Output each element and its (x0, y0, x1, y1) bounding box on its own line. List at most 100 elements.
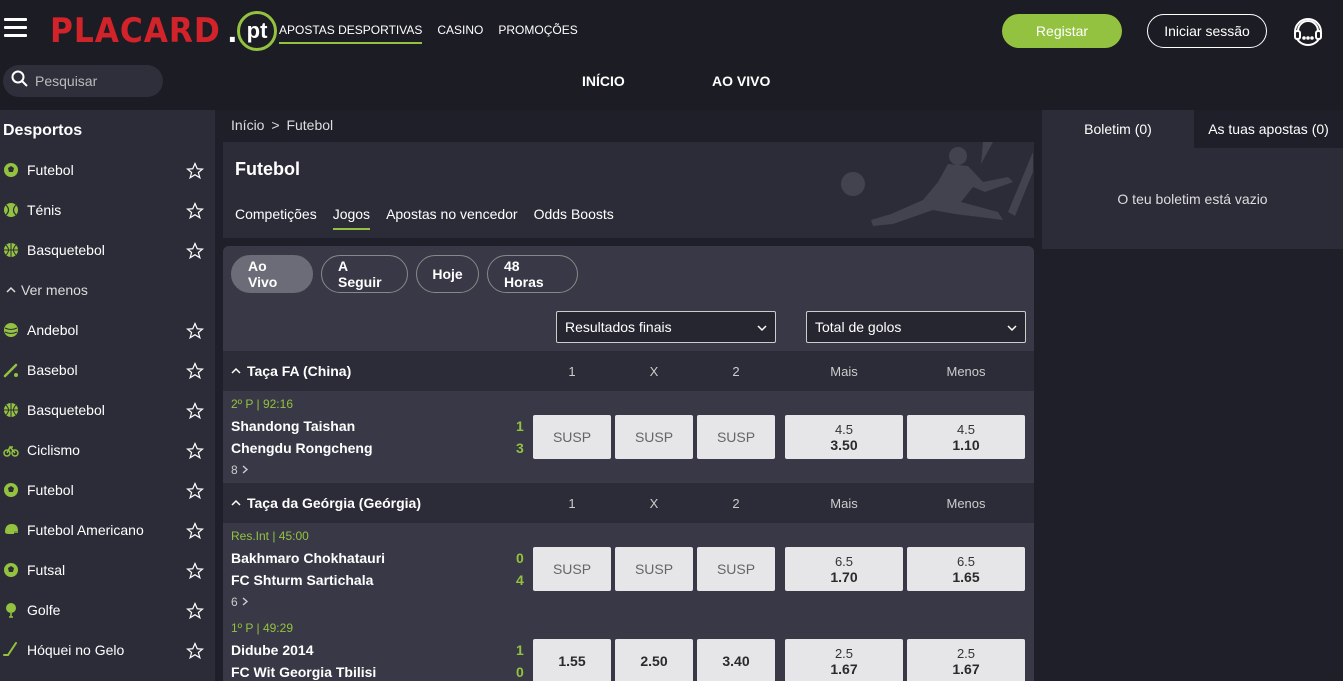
register-button[interactable]: Registar (1002, 14, 1122, 48)
odd-draw-button[interactable]: SUSP (615, 415, 693, 459)
sport-tabs: Competições Jogos Apostas no vencedor Od… (235, 206, 614, 230)
odd-away-button[interactable]: SUSP (697, 415, 775, 459)
nav-sports[interactable]: APOSTAS DESPORTIVAS (279, 23, 423, 44)
col-home: 1 (568, 364, 576, 379)
favorite-star-icon[interactable] (185, 561, 205, 580)
logo[interactable]: PLACARD . pt (50, 10, 278, 52)
support-headset-icon[interactable] (1290, 14, 1326, 50)
home-score: 1 (516, 418, 524, 434)
odd-home-button[interactable]: 1.55 (533, 639, 611, 681)
odd-draw-button[interactable]: 2.50 (615, 639, 693, 681)
more-markets-link[interactable]: 6 (231, 595, 249, 609)
odd-draw-button[interactable]: SUSP (615, 547, 693, 591)
chevron-down-icon (1007, 325, 1017, 332)
menu-icon[interactable] (4, 18, 28, 40)
odd-home-button[interactable]: SUSP (533, 415, 611, 459)
sidebar-item-andebol[interactable]: Andebol (0, 310, 215, 350)
match-status: 2º P | 92:16 (231, 397, 293, 411)
favorite-star-icon[interactable] (185, 601, 205, 620)
match-status: 1º P | 49:29 (231, 621, 293, 635)
sidebar-item-futsal[interactable]: Futsal (0, 550, 215, 590)
away-score: 3 (516, 440, 524, 456)
favorite-star-icon[interactable] (185, 361, 205, 380)
tab-games[interactable]: Jogos (332, 206, 371, 230)
favorite-star-icon[interactable] (185, 401, 205, 420)
sports-sidebar: Desportos Futebol Ténis Basquetebol Ver … (0, 110, 215, 681)
home-team[interactable]: Bakhmaro Chokhatauri (231, 550, 385, 566)
search-box[interactable] (3, 65, 163, 97)
sidebar-item-label: Ciclismo (27, 442, 80, 458)
market-select-result[interactable]: Resultados finais (556, 311, 776, 343)
favorite-star-icon[interactable] (185, 481, 205, 500)
favorite-star-icon[interactable] (185, 521, 205, 540)
under-odd: 1.67 (952, 660, 980, 677)
market-select-goals[interactable]: Total de golos (806, 311, 1026, 343)
home-team[interactable]: Shandong Taishan (231, 418, 355, 434)
nav-casino[interactable]: CASINO (437, 23, 483, 44)
col-away: 2 (732, 364, 740, 379)
match-row: 2º P | 92:16 Shandong Taishan Chengdu Ro… (223, 391, 1034, 483)
bicycle-icon (3, 442, 19, 458)
sidebar-item-futebol[interactable]: Futebol (0, 470, 215, 510)
away-team[interactable]: FC Wit Georgia Tbilisi (231, 664, 376, 680)
odd-away-button[interactable]: 3.40 (697, 639, 775, 681)
more-markets-link[interactable]: 8 (231, 463, 249, 477)
favorite-star-icon[interactable] (185, 241, 205, 260)
favorite-star-icon[interactable] (185, 641, 205, 660)
odd-under-button[interactable]: 2.5 1.67 (907, 639, 1025, 681)
tab-outright[interactable]: Apostas no vencedor (386, 206, 518, 230)
soccer-player-illustration (841, 142, 1033, 226)
sidebar-item-futebol-americano[interactable]: Futebol Americano (0, 510, 215, 550)
home-team[interactable]: Didube 2014 (231, 642, 313, 658)
away-team[interactable]: FC Shturm Sartichala (231, 572, 373, 588)
odd-under-button[interactable]: 6.5 1.65 (907, 547, 1025, 591)
filter-48h[interactable]: 48 Horas (487, 255, 578, 293)
col-under: Menos (946, 496, 986, 511)
tab-odds-boosts[interactable]: Odds Boosts (534, 206, 614, 230)
sidebar-item-label: Futebol (27, 162, 74, 178)
chevron-right-icon (242, 597, 249, 606)
sidebar-item-label: Golfe (27, 602, 61, 618)
see-less-toggle[interactable]: Ver menos (0, 270, 215, 310)
search-input[interactable] (35, 73, 155, 89)
odd-away-button[interactable]: SUSP (697, 547, 775, 591)
sidebar-item-ciclismo[interactable]: Ciclismo (0, 430, 215, 470)
favorite-star-icon[interactable] (185, 441, 205, 460)
sidebar-item-basquetebol[interactable]: Basquetebol (0, 390, 215, 430)
away-score: 0 (516, 664, 524, 680)
odd-over-button[interactable]: 6.5 1.70 (785, 547, 903, 591)
odd-under-button[interactable]: 4.5 1.10 (907, 415, 1025, 459)
sidebar-item-basebol[interactable]: Basebol (0, 350, 215, 390)
league-header[interactable]: Taça da Geórgia (Geórgia) 1 X 2 Mais Men… (223, 483, 1034, 523)
sidebar-item-golfe[interactable]: Golfe (0, 590, 215, 630)
league-header[interactable]: Taça FA (China) 1 X 2 Mais Menos (223, 351, 1034, 391)
filter-live[interactable]: Ao Vivo (231, 255, 313, 293)
tab-my-bets[interactable]: As tuas apostas (0) (1194, 110, 1343, 148)
tab-betslip[interactable]: Boletim (0) (1042, 110, 1194, 148)
under-odd: 1.65 (952, 568, 980, 585)
filter-today[interactable]: Hoje (416, 255, 479, 293)
odd-over-button[interactable]: 4.5 3.50 (785, 415, 903, 459)
under-odd: 1.10 (952, 436, 980, 453)
away-team[interactable]: Chengdu Rongcheng (231, 440, 373, 456)
favorite-star-icon[interactable] (185, 321, 205, 340)
over-line: 4.5 (834, 421, 854, 437)
sidebar-item-label: Andebol (27, 322, 79, 338)
nav-promotions[interactable]: PROMOÇÕES (498, 23, 577, 44)
login-button[interactable]: Iniciar sessão (1147, 14, 1267, 48)
odd-over-button[interactable]: 2.5 1.67 (785, 639, 903, 681)
tab-competitions[interactable]: Competições (235, 206, 317, 230)
sidebar-item-futebol[interactable]: Futebol (0, 150, 215, 190)
sidebar-item-tenis[interactable]: Ténis (0, 190, 215, 230)
sidebar-item-basquetebol[interactable]: Basquetebol (0, 230, 215, 270)
filter-next[interactable]: A Seguir (321, 255, 408, 293)
favorite-star-icon[interactable] (185, 201, 205, 220)
breadcrumb-home[interactable]: Início (231, 117, 264, 133)
favorite-star-icon[interactable] (185, 161, 205, 180)
sidebar-item-hoquei-no-gelo[interactable]: Hóquei no Gelo (0, 630, 215, 670)
home-score: 0 (516, 550, 524, 566)
subnav-live[interactable]: AO VIVO (712, 73, 770, 89)
odd-home-button[interactable]: SUSP (533, 547, 611, 591)
subnav-home[interactable]: INÍCIO (582, 73, 625, 89)
basketball-icon (3, 242, 19, 258)
